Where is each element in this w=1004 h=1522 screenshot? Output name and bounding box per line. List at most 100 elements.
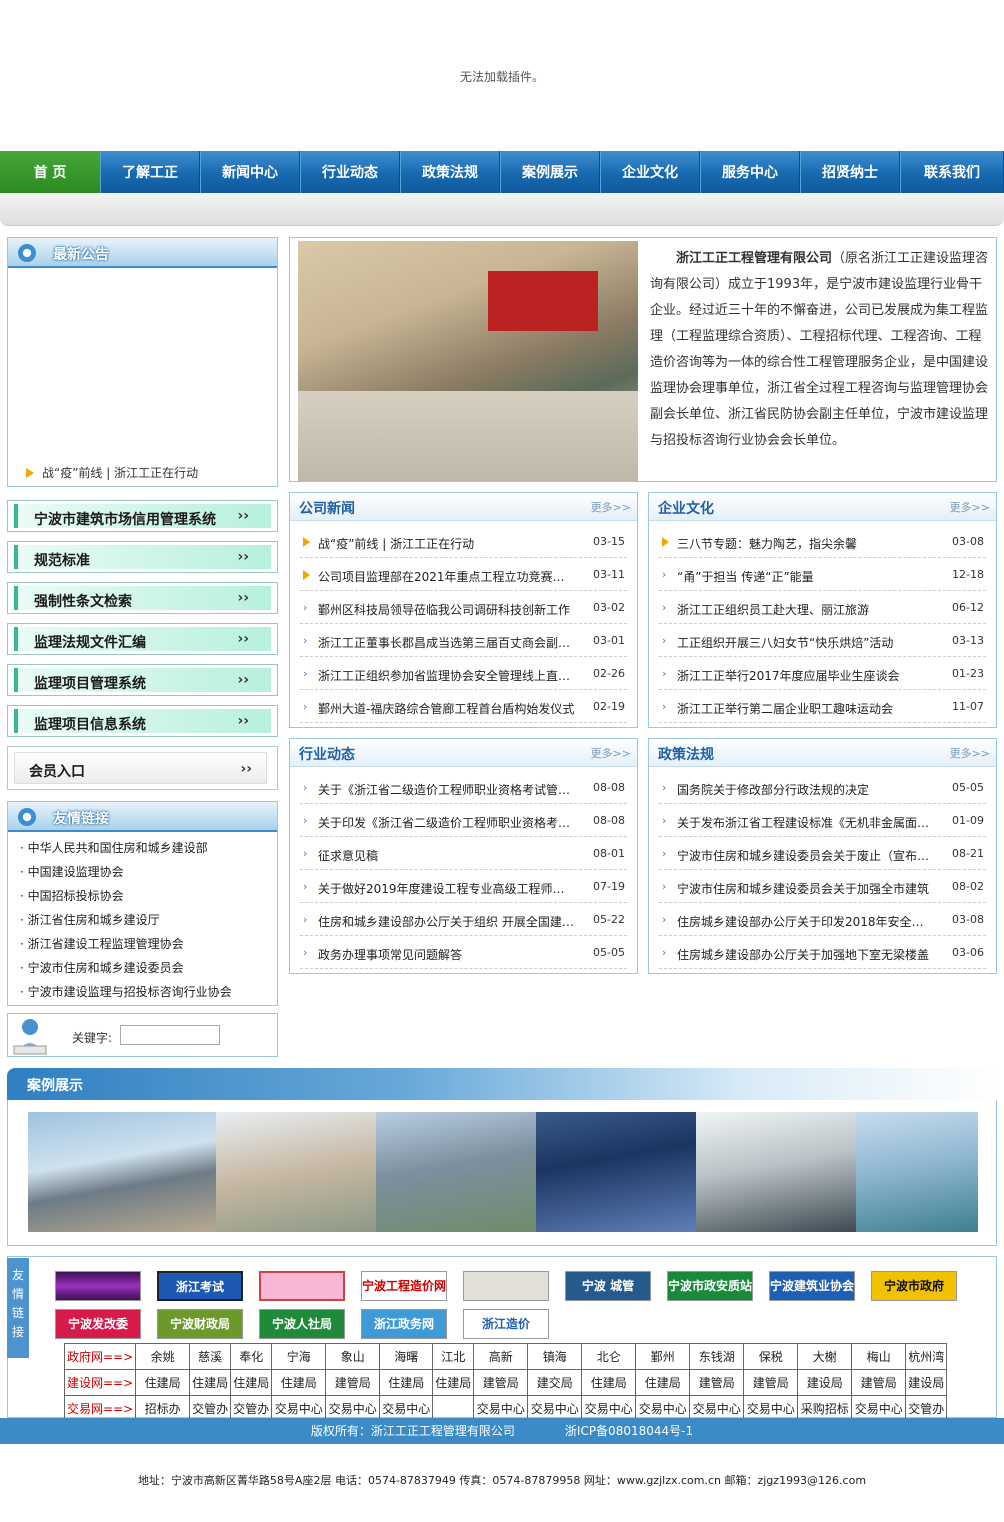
news-row[interactable]: › 住房和城乡建设部办公厅关于组织 开展全国建筑施工 05-22 [300,903,627,936]
logo-link[interactable]: 宁波建筑业协会 [769,1271,855,1301]
news-row[interactable]: › 政务办理事项常见问题解答 05-05 [300,936,627,969]
gov-link[interactable]: 建管局 [851,1369,907,1396]
news-row[interactable]: › 关于做好2019年度建设工程专业高级工程师职务任职资格 07-19 [300,870,627,903]
gov-link[interactable]: 东钱湖 [689,1343,745,1370]
nav-contact[interactable]: 联系我们 [900,151,1004,193]
gov-link[interactable]: 象山 [325,1343,381,1370]
news-row[interactable]: › “甬”于担当 传递“正”能量 12-18 [659,558,986,591]
logo-link[interactable] [55,1271,141,1301]
case-image[interactable] [28,1112,216,1232]
gov-link[interactable]: 住建局 [581,1369,637,1396]
gov-link[interactable]: 杭州湾 [905,1343,948,1370]
news-row[interactable]: › 关于《浙江省二级造价工程师职业资格考试管理办法》 08-08 [300,771,627,804]
gov-link[interactable]: 建管局 [689,1369,745,1396]
policy-title[interactable]: 政策法规 [658,744,714,764]
culture-title[interactable]: 企业文化 [658,498,714,518]
gov-link[interactable]: 住建局 [432,1369,475,1396]
gov-link[interactable]: 保税 [743,1343,799,1370]
friend-link[interactable]: · 宁波市建设监理与招投标咨询行业协会 [20,983,232,1000]
gov-link[interactable]: 住建局 [271,1369,327,1396]
logo-link[interactable] [259,1271,345,1301]
friend-link[interactable]: · 浙江省住房和城乡建设厅 [20,911,160,928]
gov-link[interactable]: 住建局 [635,1369,691,1396]
logo-link[interactable]: 宁波发改委 [55,1309,141,1339]
logo-link[interactable]: 宁波 城管 [565,1271,651,1301]
nav-about[interactable]: 了解工正 [100,151,200,193]
nav-jobs[interactable]: 招贤纳士 [800,151,900,193]
news-row[interactable]: › 国务院关于修改部分行政法规的决定 05-05 [659,771,986,804]
gov-link[interactable]: 建管局 [473,1369,529,1396]
gov-link[interactable]: 建管局 [743,1369,799,1396]
news-row[interactable]: › 浙江工正董事长郡昌成当选第三届百丈商会副会长 03-01 [300,624,627,657]
gov-link[interactable]: 建设局 [905,1369,948,1396]
logo-link[interactable] [463,1271,549,1301]
gov-link[interactable]: 住建局 [135,1369,191,1396]
news-row[interactable]: › 住房城乡建设部办公厅关于加强地下室无梁楼盖 03-06 [659,936,986,969]
more-link[interactable]: 更多>> [591,499,631,515]
gov-link[interactable]: 建交局 [527,1369,583,1396]
news-row[interactable]: › 浙江工正举行第二届企业职工趣味运动会 11-07 [659,690,986,723]
project-info-link[interactable]: 监理项目信息系统 ›› [7,705,278,737]
logo-link[interactable]: 浙江造价 [463,1309,549,1339]
friend-link[interactable]: · 中国招标投标协会 [20,887,124,904]
notice-item[interactable]: 战“疫”前线 | 浙江工正在行动 [26,464,198,481]
gov-link[interactable]: 奉化 [230,1343,273,1370]
project-management-link[interactable]: 监理项目管理系统 ›› [7,664,278,696]
nav-culture[interactable]: 企业文化 [600,151,700,193]
news-row[interactable]: 公司项目监理部在2021年重点工程立功竞赛中获得表彰 03-11 [300,558,627,591]
case-image[interactable] [536,1112,696,1232]
regulations-link[interactable]: 监理法规文件汇编 ›› [7,623,278,655]
news-row[interactable]: › 宁波市住房和城乡建设委员会关于废止（宣布失效） 08-21 [659,837,986,870]
gov-link[interactable]: 住建局 [189,1369,232,1396]
case-image[interactable] [856,1112,978,1232]
gov-link[interactable]: 北仑 [581,1343,637,1370]
gov-link[interactable]: 宁海 [271,1343,327,1370]
friend-link[interactable]: · 中国建设监理协会 [20,863,124,880]
icp-number[interactable]: 浙ICP备08018044号-1 [565,1424,693,1438]
news-row[interactable]: 战“疫”前线 | 浙江工正在行动 03-15 [300,525,627,558]
industry-title[interactable]: 行业动态 [299,744,355,764]
standards-link[interactable]: 规范标准 ›› [7,541,278,573]
gov-link[interactable]: 鄞州 [635,1343,691,1370]
gov-link[interactable]: 建设局 [797,1369,853,1396]
mandatory-clause-link[interactable]: 强制性条文检索 ›› [7,582,278,614]
friend-link[interactable]: · 中华人民共和国住房和城乡建设部 [20,839,208,856]
news-row[interactable]: › 浙江工正组织参加省监理协会安全管理线上直播培训 02-26 [300,657,627,690]
case-image[interactable] [216,1112,376,1232]
logo-link[interactable]: 浙江考试 [157,1271,243,1301]
news-row[interactable]: › 浙江工正举行2017年度应届毕业生座谈会 01-23 [659,657,986,690]
gov-link[interactable]: 高新 [473,1343,529,1370]
friend-link[interactable]: · 浙江省建设工程监理管理协会 [20,935,184,952]
cases-title[interactable]: 案例展示 [27,1075,83,1095]
news-row[interactable]: › 浙江工正组织员工赴大理、丽江旅游 06-12 [659,591,986,624]
nav-cases[interactable]: 案例展示 [500,151,600,193]
logo-link[interactable]: 宁波工程造价网 [361,1271,447,1301]
nav-policy[interactable]: 政策法规 [400,151,500,193]
more-link[interactable]: 更多>> [591,745,631,761]
news-row[interactable]: › 鄞州区科技局领导莅临我公司调研科技创新工作 03-02 [300,591,627,624]
news-row[interactable]: › 工正组织开展三八妇女节“快乐烘焙”活动 03-13 [659,624,986,657]
nav-news[interactable]: 新闻中心 [200,151,300,193]
company-news-title[interactable]: 公司新闻 [299,498,355,518]
more-link[interactable]: 更多>> [950,499,990,515]
case-image[interactable] [376,1112,536,1232]
nav-industry[interactable]: 行业动态 [300,151,400,193]
logo-link[interactable]: 宁波人社局 [259,1309,345,1339]
news-row[interactable]: 三八节专题：魅力陶艺，指尖余馨 03-08 [659,525,986,558]
gov-link[interactable]: 住建局 [230,1369,273,1396]
gov-link[interactable]: 大榭 [797,1343,853,1370]
more-link[interactable]: 更多>> [950,745,990,761]
news-row[interactable]: › 关于发布浙江省工程建设标准《无机非金属面砖》 01-09 [659,804,986,837]
gov-link[interactable]: 海曙 [379,1343,434,1370]
gov-link[interactable]: 江北 [432,1343,475,1370]
member-login-button[interactable]: 会员入口 ›› [7,746,278,790]
logo-link[interactable]: 宁波市政安质站 [667,1271,753,1301]
nav-home[interactable]: 首 页 [0,151,100,193]
search-input[interactable] [120,1025,220,1045]
case-image[interactable] [696,1112,856,1232]
nav-service[interactable]: 服务中心 [700,151,800,193]
gov-link[interactable]: 建管局 [325,1369,381,1396]
news-row[interactable]: › 鄞州大道-福庆路综合管廊工程首台盾构始发仪式 02-19 [300,690,627,723]
credit-system-link[interactable]: 宁波市建筑市场信用管理系统 ›› [7,500,278,532]
news-row[interactable]: › 征求意见稿 08-01 [300,837,627,870]
